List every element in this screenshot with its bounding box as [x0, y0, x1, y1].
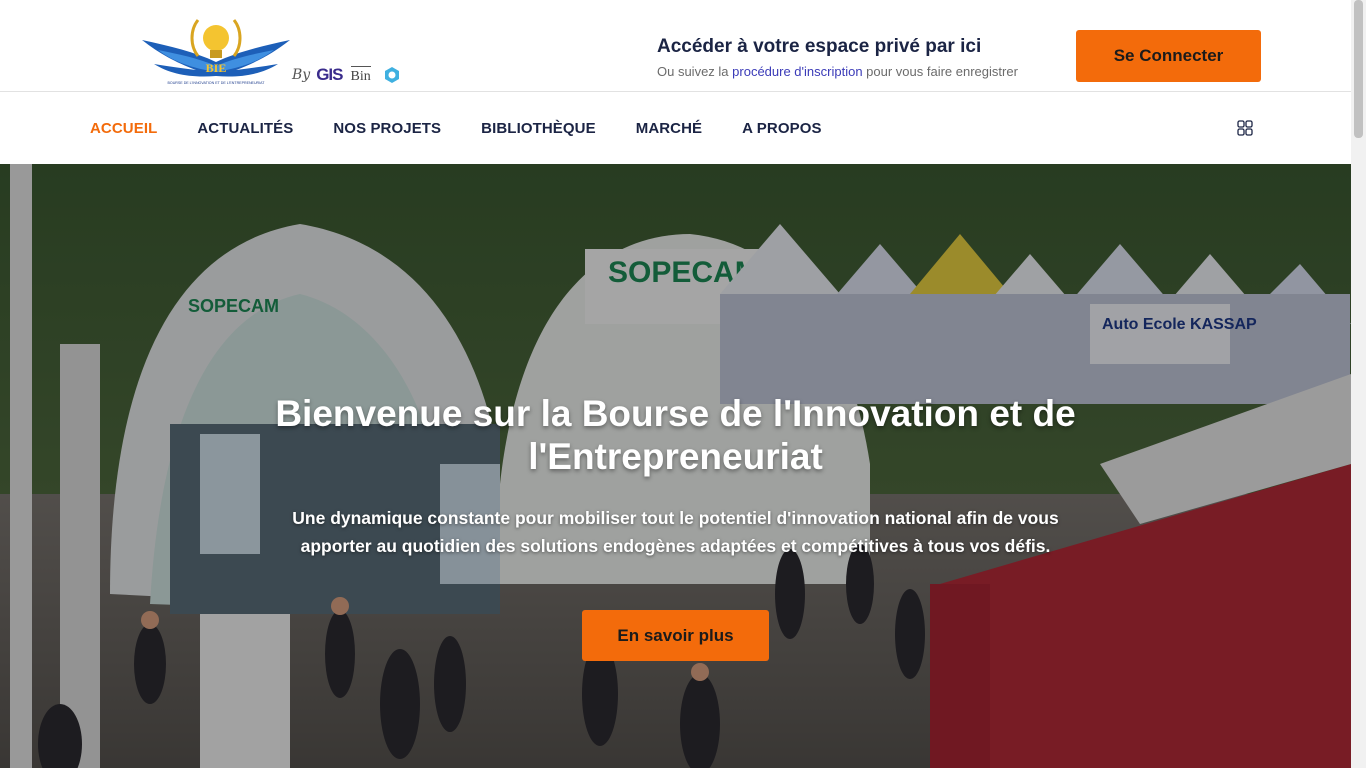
access-sub-suffix: pour vous faire enregistrer [862, 64, 1018, 79]
nav-item-marche[interactable]: MARCHÉ [636, 120, 702, 137]
connect-button[interactable]: Se Connecter [1076, 30, 1261, 82]
partners-byline: By GIS Bin [292, 62, 401, 88]
access-title: Accéder à votre espace privé par ici [657, 36, 982, 57]
learn-more-button[interactable]: En savoir plus [582, 610, 769, 661]
partner-logo-icon [384, 67, 399, 83]
main-nav: ACCUEIL ACTUALITÉS NOS PROJETS BIBLIOTHÈ… [0, 93, 1351, 164]
registration-link[interactable]: procédure d'inscription [732, 64, 862, 79]
nav-item-actualites[interactable]: ACTUALITÉS [197, 120, 293, 137]
nav-item-a-propos[interactable]: A PROPOS [742, 120, 821, 137]
hero-title: Bienvenue sur la Bourse de l'Innovation … [275, 393, 1076, 477]
nav-item-bibliotheque[interactable]: BIBLIOTHÈQUE [481, 120, 596, 137]
access-subtitle: Ou suivez la procédure d'inscription pou… [657, 64, 1018, 79]
bin-logo: Bin [350, 65, 371, 85]
nav-item-nos-projets[interactable]: NOS PROJETS [333, 120, 441, 137]
bie-logo-caption: BOURSE DE L'INNOVATION ET DE L'ENTREPREN… [168, 81, 266, 85]
top-header: BIE BOURSE DE L'INNOVATION ET DE L'ENTRE… [0, 0, 1351, 92]
nav-item-accueil[interactable]: ACCUEIL [90, 120, 157, 137]
hero-section: SOPECAM SOPECAM Auto Ecole KASSAP Bienve… [0, 164, 1351, 768]
by-label: By [292, 67, 311, 83]
access-sub-prefix: Ou suivez la [657, 64, 733, 79]
bie-logo-text: BIE [206, 61, 227, 75]
hero-content: Bienvenue sur la Bourse de l'Innovation … [0, 392, 1351, 560]
grid-icon[interactable] [1237, 120, 1253, 136]
scrollbar-thumb[interactable] [1354, 0, 1363, 138]
nav-list: ACCUEIL ACTUALITÉS NOS PROJETS BIBLIOTHÈ… [90, 93, 862, 164]
gis-logo: GIS [316, 65, 343, 84]
private-space-promo: Accéder à votre espace privé par ici Ou … [657, 36, 1018, 79]
bie-logo[interactable]: BIE BOURSE DE L'INNOVATION ET DE L'ENTRE… [140, 12, 292, 88]
hero-subtitle: Une dynamique constante pour mobiliser t… [292, 508, 1059, 556]
page-scrollbar[interactable] [1351, 0, 1366, 768]
